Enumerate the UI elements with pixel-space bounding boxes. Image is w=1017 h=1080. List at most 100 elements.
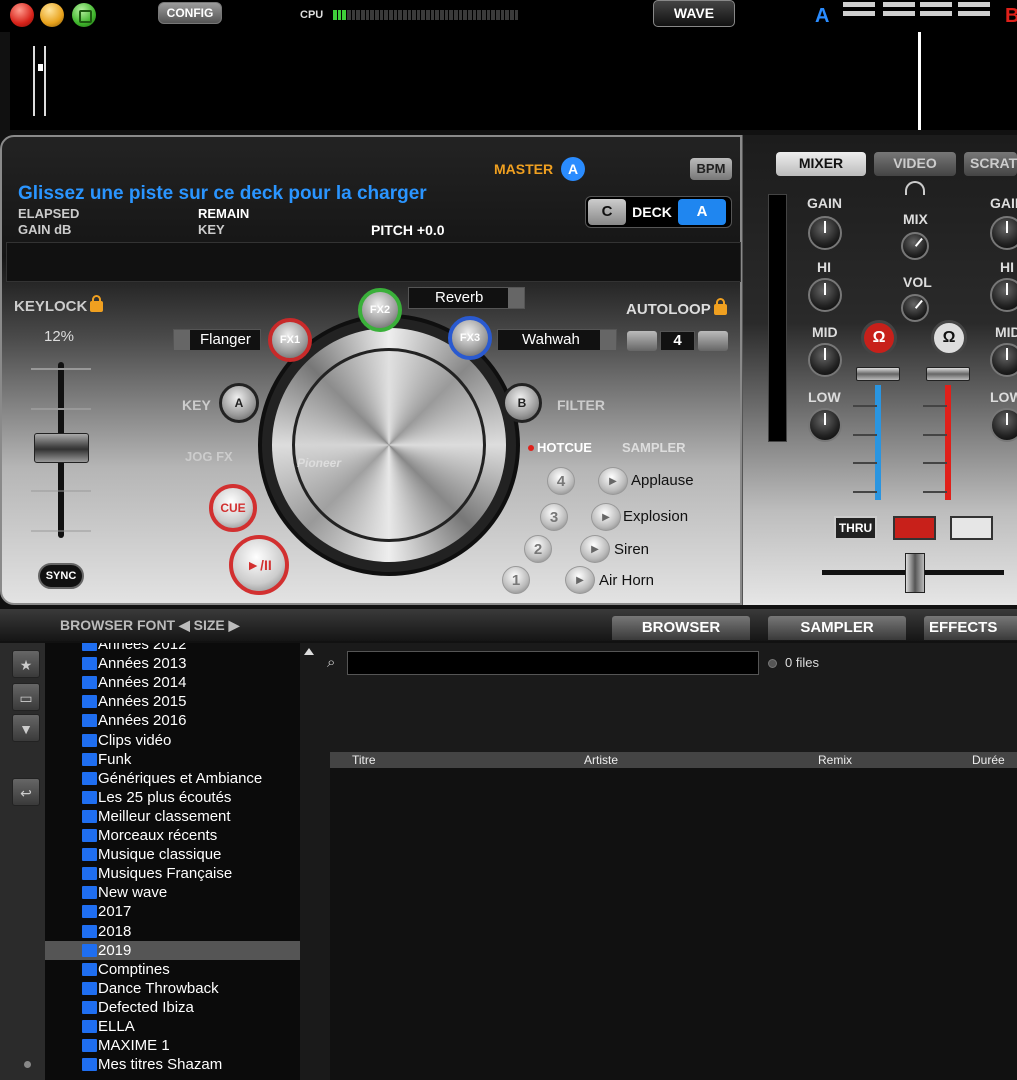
crossfader-curve-a-button[interactable] xyxy=(893,516,936,540)
master-deck-badge[interactable]: A xyxy=(561,157,585,181)
folder-item[interactable]: MAXIME 1 xyxy=(45,1036,300,1055)
track-overview[interactable] xyxy=(33,46,46,116)
pitch-slider-handle[interactable] xyxy=(34,433,89,463)
favorites-icon[interactable]: ★ xyxy=(12,650,40,678)
track-list[interactable] xyxy=(330,768,1017,1080)
tab-sampler[interactable]: SAMPLER xyxy=(768,616,906,640)
layout-icon[interactable] xyxy=(920,2,952,28)
deck-c-button[interactable]: C xyxy=(588,199,626,225)
jog-wheel[interactable] xyxy=(292,348,486,542)
hotcue-2-button[interactable]: 2 xyxy=(524,535,552,563)
play-sample-icon[interactable]: ▶ xyxy=(580,535,610,563)
crossfader-handle[interactable] xyxy=(905,553,925,593)
folder-item[interactable]: Années 2012 xyxy=(45,643,300,654)
hotcue-1-button[interactable]: 1 xyxy=(502,566,530,594)
layout-icon[interactable] xyxy=(958,2,990,28)
column-duration[interactable]: Durée xyxy=(972,753,1005,767)
folder-tree-scrollbar[interactable] xyxy=(300,643,317,1080)
folder-item[interactable]: Defected Ibiza xyxy=(45,998,300,1017)
folder-item[interactable]: ELLA xyxy=(45,1017,300,1036)
hotcue-tab[interactable]: HOTCUE xyxy=(537,440,592,455)
fx2-button[interactable]: FX2 xyxy=(358,288,402,332)
loop-size-control[interactable]: 4 xyxy=(627,331,729,351)
folder-item[interactable]: Comptines xyxy=(45,960,300,979)
fx1-effect-select[interactable]: Flanger xyxy=(173,329,261,351)
hotcue-3-button[interactable]: 3 xyxy=(540,503,568,531)
sample-name[interactable]: Explosion xyxy=(623,508,688,525)
bpm-button[interactable]: BPM xyxy=(690,158,732,180)
gain-knob[interactable] xyxy=(808,216,842,250)
headphone-cue-b-button[interactable]: Ω xyxy=(931,320,967,356)
folder-item[interactable]: Les 25 plus écoutés xyxy=(45,788,300,807)
thru-button[interactable]: THRU xyxy=(834,516,877,540)
add-folder-icon[interactable]: ▭ xyxy=(12,683,40,711)
channel-b-fader[interactable] xyxy=(926,367,970,381)
folder-item[interactable]: Funk xyxy=(45,750,300,769)
mid-knob[interactable] xyxy=(808,343,842,377)
hotcue-4-button[interactable]: 4 xyxy=(547,467,575,495)
folder-item[interactable]: 2019 xyxy=(45,940,300,960)
wave-button[interactable]: WAVE xyxy=(653,0,735,27)
headphone-volume-knob[interactable] xyxy=(901,294,929,322)
headphone-cue-a-button[interactable]: Ω xyxy=(861,320,897,356)
low-knob-b[interactable] xyxy=(990,408,1017,442)
cue-button[interactable]: CUE xyxy=(209,484,257,532)
deck-a-button[interactable]: A xyxy=(678,199,726,225)
pitch-range[interactable]: 12% xyxy=(44,328,74,345)
folder-item[interactable]: Années 2016 xyxy=(45,711,300,730)
mid-knob-b[interactable] xyxy=(990,343,1017,377)
sync-button[interactable]: SYNC xyxy=(38,563,84,589)
fx2-effect-select[interactable]: Reverb xyxy=(408,287,525,309)
layout-icon[interactable] xyxy=(843,2,875,28)
waveform-display[interactable] xyxy=(10,32,1017,130)
play-sample-icon[interactable]: ▶ xyxy=(598,467,628,495)
headphone-mix-knob[interactable] xyxy=(901,232,929,260)
folder-item[interactable]: Génériques et Ambiance xyxy=(45,769,300,788)
play-pause-button[interactable]: ►/II xyxy=(229,535,289,595)
fx1-button[interactable]: FX1 xyxy=(268,318,312,362)
folder-item[interactable]: Musique classique xyxy=(45,845,300,864)
fx3-effect-select[interactable]: Wahwah xyxy=(497,329,617,351)
loop-increase-button[interactable] xyxy=(698,331,729,351)
folder-item[interactable]: 2017 xyxy=(45,902,300,921)
low-knob[interactable] xyxy=(808,408,842,442)
folder-item[interactable]: Mes titres Shazam xyxy=(45,1055,300,1074)
ctrl-a-button[interactable]: A xyxy=(219,383,259,423)
folder-item[interactable]: Années 2013 xyxy=(45,654,300,673)
folder-item[interactable]: Clips vidéo xyxy=(45,731,300,750)
back-icon[interactable]: ↩ xyxy=(12,778,40,806)
tab-effects[interactable]: EFFECTS xyxy=(924,616,1017,640)
search-input[interactable] xyxy=(347,651,759,675)
ctrl-b-button[interactable]: B xyxy=(502,383,542,423)
browser-font-size-control[interactable]: BROWSER FONT ◀ SIZE ▶ xyxy=(60,617,239,634)
folder-item[interactable]: 2018 xyxy=(45,922,300,941)
crossfader-curve-b-button[interactable] xyxy=(950,516,993,540)
filter-icon[interactable]: ▼ xyxy=(12,714,40,742)
play-sample-icon[interactable]: ▶ xyxy=(565,566,595,594)
folder-item[interactable]: Dance Throwback xyxy=(45,979,300,998)
play-sample-icon[interactable]: ▶ xyxy=(591,503,621,531)
minimize-window-button[interactable] xyxy=(40,3,64,27)
folder-item[interactable]: Musiques Française xyxy=(45,864,300,883)
layout-icon[interactable] xyxy=(883,2,915,28)
keylock-button[interactable]: KEYLOCK xyxy=(14,295,104,315)
tab-video[interactable]: VIDEO xyxy=(874,152,956,176)
tab-browser[interactable]: BROWSER xyxy=(612,616,750,640)
folder-tree[interactable]: Années 2012 Années 2013 Années 2014 Années … xyxy=(45,643,317,1080)
column-title[interactable]: Titre xyxy=(352,753,376,767)
folder-item[interactable]: Morceaux récents xyxy=(45,826,300,845)
autoloop-button[interactable]: AUTOLOOP xyxy=(626,298,727,318)
fx3-button[interactable]: FX3 xyxy=(448,316,492,360)
close-window-button[interactable] xyxy=(10,3,34,27)
channel-a-fader[interactable] xyxy=(856,367,900,381)
scroll-up-icon[interactable] xyxy=(304,648,314,655)
loop-decrease-button[interactable] xyxy=(627,331,657,351)
folder-item[interactable]: Meilleur classement xyxy=(45,807,300,826)
tab-mixer[interactable]: MIXER xyxy=(776,152,866,176)
folder-item[interactable]: New wave xyxy=(45,883,300,902)
sampler-tab[interactable]: SAMPLER xyxy=(622,440,686,455)
tab-scratch[interactable]: SCRATCH xyxy=(964,152,1017,176)
column-artist[interactable]: Artiste xyxy=(584,753,618,767)
hi-knob-b[interactable] xyxy=(990,278,1017,312)
folder-item[interactable]: Années 2015 xyxy=(45,692,300,711)
